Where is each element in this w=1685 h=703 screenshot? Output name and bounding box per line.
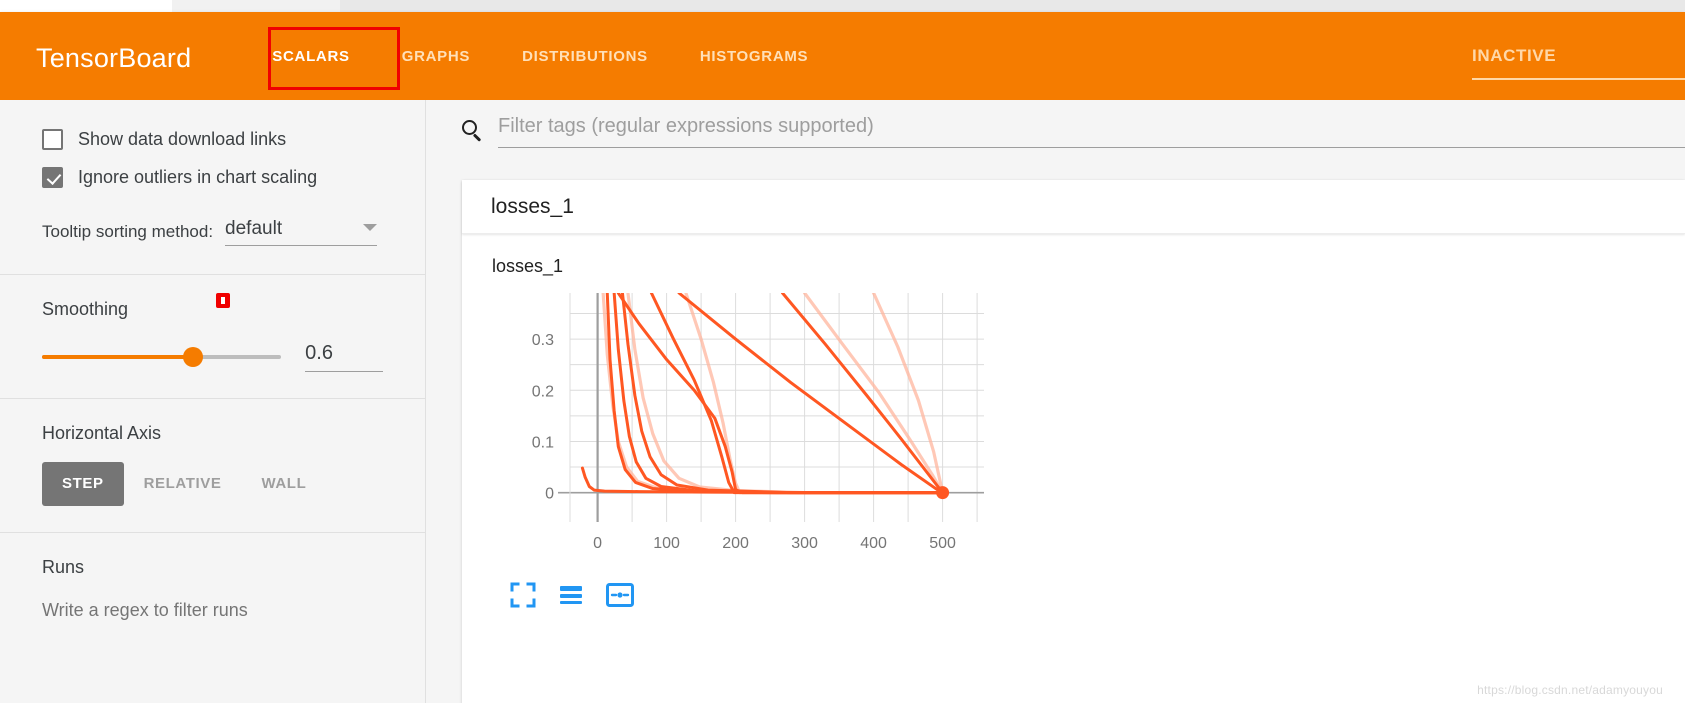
svg-text:0: 0 — [545, 486, 554, 503]
main-panel: Filter tags (regular expressions support… — [427, 100, 1685, 703]
tab-graphs-label: GRAPHS — [401, 48, 471, 65]
runs-filter-input[interactable]: Write a regex to filter runs — [42, 600, 383, 621]
svg-text:100: 100 — [653, 535, 680, 552]
svg-text:0.1: 0.1 — [532, 434, 554, 451]
card-header-title[interactable]: losses_1 — [462, 180, 1685, 234]
checkbox-unchecked-icon[interactable] — [42, 128, 63, 150]
svg-text:0.2: 0.2 — [532, 383, 554, 400]
watermark: https://blog.csdn.net/adamyouyou — [1477, 683, 1663, 697]
runs-label: Runs — [42, 557, 85, 577]
smoothing-value-input[interactable]: 0.6 — [305, 342, 383, 372]
main-nav: SCALARS GRAPHS DISTRIBUTIONS HISTOGRAMS — [246, 48, 834, 106]
smoothing-slider[interactable] — [42, 347, 282, 367]
status-badge: INACTIVE — [1472, 46, 1557, 65]
tab-graphs[interactable]: GRAPHS — [376, 48, 496, 100]
status-underline — [1472, 78, 1685, 80]
sidebar-divider-2 — [0, 398, 425, 399]
fit-domain-icon[interactable] — [606, 582, 634, 613]
data-series-toggle-icon[interactable] — [558, 582, 584, 613]
tensorboard-page: TensorBoard SCALARS GRAPHS DISTRIBUTIONS… — [0, 0, 1685, 703]
checkbox-show-data-download-links[interactable]: Show data download links — [42, 120, 383, 158]
app-header: TensorBoard SCALARS GRAPHS DISTRIBUTIONS… — [0, 12, 1685, 106]
horizontal-axis-toggle-group: STEP RELATIVE WALL — [42, 462, 383, 506]
runs-section: Runs Write a regex to filter runs — [0, 557, 425, 621]
svg-text:400: 400 — [860, 535, 887, 552]
tab-distributions-label: DISTRIBUTIONS — [522, 48, 648, 65]
axis-option-step[interactable]: STEP — [42, 462, 124, 506]
chart-area: losses_1 0 0.1 0.2 0.3 0 100 200 300 400 500 — [462, 234, 1685, 613]
checkbox-show-data-download-links-label: Show data download links — [78, 128, 287, 149]
svg-text:200: 200 — [722, 535, 749, 552]
body-area: Show data download links Ignore outliers… — [0, 100, 1685, 703]
svg-text:300: 300 — [791, 535, 818, 552]
checkbox-ignore-outliers-label: Ignore outliers in chart scaling — [78, 166, 318, 187]
line-chart[interactable]: 0 0.1 0.2 0.3 0 100 200 300 400 500 — [492, 285, 1012, 570]
top-strip — [0, 0, 1685, 12]
smoothing-slider-fill — [42, 355, 194, 359]
sidebar-divider-1 — [0, 274, 425, 275]
smoothing-label: Smoothing — [42, 299, 129, 319]
smoothing-slider-knob[interactable] — [183, 347, 204, 367]
smoothing-section: Smoothing 0.6 — [0, 293, 425, 372]
tooltip-sorting-select[interactable]: default — [225, 218, 378, 246]
tab-scalars[interactable]: SCALARS — [246, 48, 376, 106]
tag-filter-input[interactable]: Filter tags (regular expressions support… — [498, 115, 874, 137]
search-icon — [462, 120, 484, 142]
tag-filter-input-wrap[interactable]: Filter tags (regular expressions support… — [498, 115, 1685, 148]
tab-histograms-label: HISTOGRAMS — [699, 48, 809, 65]
tag-filter-row: Filter tags (regular expressions support… — [427, 100, 1685, 162]
tab-scalars-label: SCALARS — [272, 48, 350, 65]
inactive-status-group[interactable]: INACTIVE — [1414, 46, 1685, 80]
tab-distributions[interactable]: DISTRIBUTIONS — [496, 48, 674, 100]
chevron-down-icon[interactable] — [363, 224, 378, 231]
svg-text:0: 0 — [593, 535, 602, 552]
app-brand: TensorBoard — [36, 43, 192, 73]
smoothing-slider-row: 0.6 — [42, 342, 383, 372]
top-strip-grey-segment — [340, 0, 1685, 12]
sidebar-divider-3 — [0, 532, 425, 533]
svg-text:0.3: 0.3 — [532, 332, 554, 349]
svg-text:500: 500 — [929, 535, 956, 552]
horizontal-axis-section: Horizontal Axis STEP RELATIVE WALL — [0, 423, 425, 506]
axis-option-wall[interactable]: WALL — [241, 462, 326, 506]
axis-option-relative[interactable]: RELATIVE — [124, 462, 242, 506]
smoothing-annotation-marker — [216, 293, 230, 308]
horizontal-axis-label: Horizontal Axis — [42, 423, 162, 443]
search-icon-handle — [473, 133, 482, 142]
checkbox-checked-icon[interactable] — [42, 166, 63, 188]
expand-chart-icon[interactable] — [510, 582, 536, 613]
top-strip-white-segment — [0, 0, 172, 12]
chart-toolbar — [492, 582, 1685, 613]
tooltip-sorting-value: default — [225, 218, 283, 239]
tooltip-sorting-label: Tooltip sorting method: — [42, 222, 214, 241]
checkbox-ignore-outliers[interactable]: Ignore outliers in chart scaling — [42, 158, 383, 196]
scalar-card: losses_1 losses_1 0 0.1 0.2 0.3 0 100 200 300 40… — [462, 180, 1685, 703]
tooltip-sorting-row: Tooltip sorting method: default — [42, 218, 383, 252]
sidebar: Show data download links Ignore outliers… — [0, 100, 426, 703]
tab-histograms[interactable]: HISTOGRAMS — [674, 48, 834, 100]
sidebar-options-section: Show data download links Ignore outliers… — [0, 120, 425, 252]
chart-title: losses_1 — [492, 256, 564, 276]
